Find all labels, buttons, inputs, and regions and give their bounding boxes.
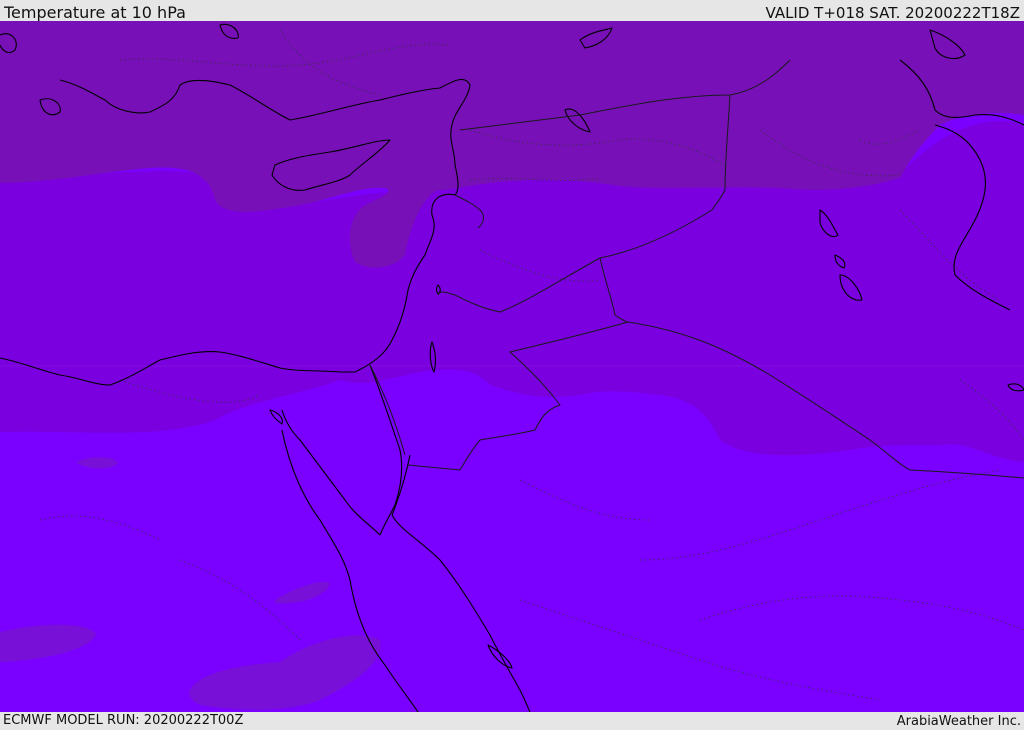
valid-time: VALID T+018 SAT. 20200222T18Z xyxy=(765,4,1020,22)
weather-map-frame: Temperature at 10 hPa VALID T+018 SAT. 2… xyxy=(0,0,1024,729)
map-svg xyxy=(0,21,1024,712)
map-canvas xyxy=(0,21,1024,712)
map-title: Temperature at 10 hPa xyxy=(4,3,186,22)
credit-text: ArabiaWeather Inc. xyxy=(896,714,1021,729)
header-bar: Temperature at 10 hPa VALID T+018 SAT. 2… xyxy=(0,0,1024,22)
model-run: ECMWF MODEL RUN: 20200222T00Z xyxy=(3,713,244,728)
footer-bar: ECMWF MODEL RUN: 20200222T00Z ArabiaWeat… xyxy=(0,712,1024,729)
